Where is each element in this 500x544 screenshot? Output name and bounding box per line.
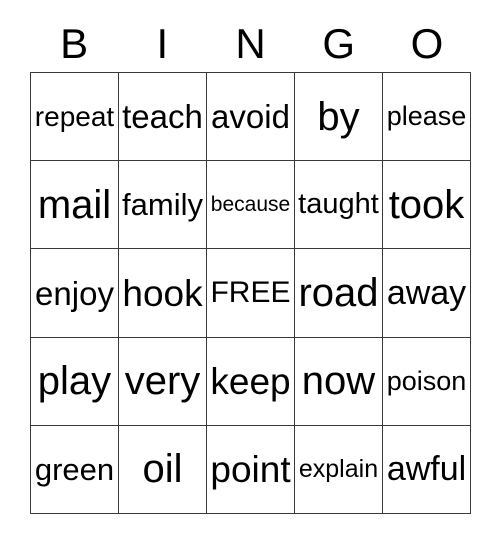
bingo-cell[interactable]: by (295, 73, 383, 162)
bingo-cell-word: FREE (210, 276, 291, 309)
bingo-row: enjoy hook FREE road away (31, 249, 471, 338)
bingo-cell[interactable]: explain (295, 425, 383, 515)
bingo-cell-word: taught (298, 188, 379, 221)
bingo-cell-word: avoid (211, 98, 290, 136)
bingo-cell-word: very (124, 359, 201, 404)
bingo-cell[interactable]: avoid (207, 73, 295, 162)
bingo-cell[interactable]: repeat (31, 73, 119, 162)
bingo-header-cell-i: I (118, 16, 206, 72)
bingo-cell-word: green (34, 451, 115, 487)
bingo-header-letter: G (322, 20, 356, 67)
bingo-cell-word: explain (298, 454, 379, 483)
bingo-cell[interactable]: took (383, 161, 471, 250)
bingo-cell[interactable]: away (383, 249, 471, 338)
bingo-cell-word: point (210, 448, 291, 490)
bingo-cell[interactable]: family (119, 161, 207, 250)
bingo-cell-word: poison (386, 365, 467, 396)
bingo-header-cell-n: N (206, 16, 294, 72)
bingo-cell-word: oil (142, 447, 183, 492)
bingo-cell[interactable]: teach (119, 73, 207, 162)
bingo-header-cell-g: G (295, 16, 383, 72)
bingo-cell-word: repeat (34, 100, 115, 132)
bingo-cell-word: family (122, 187, 203, 223)
bingo-cell-word: awful (386, 450, 467, 489)
bingo-header-letter: I (156, 20, 169, 67)
bingo-header-letter: O (410, 20, 444, 67)
bingo-header-cell-o: O (383, 16, 471, 72)
bingo-cell[interactable]: taught (295, 161, 383, 250)
bingo-row: mail family because taught took (31, 161, 471, 250)
bingo-row: green oil point explain awful (31, 425, 471, 515)
bingo-cell[interactable]: hook (119, 249, 207, 338)
bingo-cell-word: hook (122, 272, 203, 314)
bingo-cell-word: because (210, 193, 291, 217)
bingo-cell-word: by (317, 94, 360, 139)
bingo-row: play very keep now poison (31, 337, 471, 426)
bingo-card: B I N G O repeat teach avoid by please m… (0, 0, 500, 544)
bingo-cell[interactable]: point (207, 425, 295, 515)
bingo-cell-word: away (386, 274, 467, 312)
bingo-cell-word: now (301, 359, 376, 404)
bingo-header-letter: N (235, 20, 266, 67)
bingo-cell[interactable]: green (31, 425, 119, 515)
bingo-grid: repeat teach avoid by please mail family (30, 72, 471, 515)
bingo-cell-word: mail (37, 182, 112, 227)
bingo-cell-free[interactable]: FREE (207, 249, 295, 338)
bingo-cell-word: enjoy (35, 274, 114, 312)
bingo-cell[interactable]: poison (383, 337, 471, 426)
bingo-row: repeat teach avoid by please (31, 73, 471, 162)
bingo-cell[interactable]: enjoy (31, 249, 119, 338)
bingo-cell-word: road (298, 271, 379, 315)
bingo-header-row: B I N G O (30, 16, 471, 72)
bingo-cell[interactable]: oil (119, 425, 207, 515)
bingo-cell-word: play (37, 359, 112, 404)
bingo-cell-word: please (386, 101, 467, 132)
bingo-cell[interactable]: mail (31, 161, 119, 250)
bingo-cell[interactable]: road (295, 249, 383, 338)
bingo-cell[interactable]: please (383, 73, 471, 162)
bingo-cell[interactable]: very (119, 337, 207, 426)
bingo-cell-word: keep (210, 360, 291, 402)
bingo-cell[interactable]: play (31, 337, 119, 426)
bingo-cell-word: teach (122, 98, 203, 136)
bingo-cell[interactable]: because (207, 161, 295, 250)
bingo-cell-word: took (388, 182, 465, 227)
bingo-cell[interactable]: keep (207, 337, 295, 426)
bingo-header-letter: B (60, 20, 89, 67)
bingo-header-cell-b: B (30, 16, 118, 72)
bingo-cell[interactable]: awful (383, 425, 471, 515)
bingo-cell[interactable]: now (295, 337, 383, 426)
